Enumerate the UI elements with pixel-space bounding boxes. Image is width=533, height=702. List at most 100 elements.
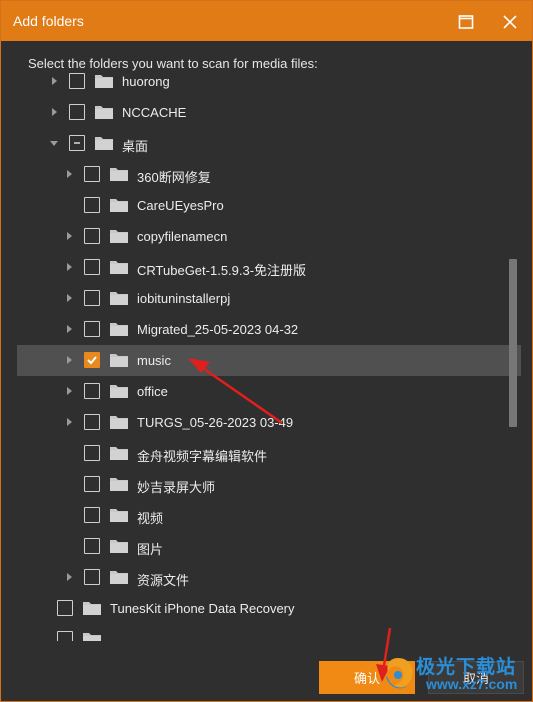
folder-checkbox[interactable] bbox=[84, 228, 100, 244]
folder-checkbox[interactable] bbox=[84, 321, 100, 337]
folder-checkbox[interactable] bbox=[57, 631, 73, 641]
folder-checkbox[interactable] bbox=[84, 352, 100, 368]
tree-row[interactable]: huorong bbox=[17, 71, 521, 97]
folder-icon bbox=[109, 289, 129, 307]
folder-checkbox[interactable] bbox=[69, 104, 85, 120]
chevron-icon[interactable] bbox=[63, 292, 75, 304]
folder-checkbox[interactable] bbox=[84, 445, 100, 461]
tree-row[interactable]: office bbox=[17, 376, 521, 407]
folder-checkbox[interactable] bbox=[84, 166, 100, 182]
tree-row[interactable]: music bbox=[17, 345, 521, 376]
chevron-icon[interactable] bbox=[48, 75, 60, 87]
close-button[interactable] bbox=[496, 9, 524, 35]
folder-checkbox[interactable] bbox=[84, 507, 100, 523]
folder-checkbox[interactable] bbox=[84, 476, 100, 492]
tree-row[interactable]: TURGS_05-26-2023 03-49 bbox=[17, 407, 521, 438]
folder-checkbox[interactable] bbox=[84, 383, 100, 399]
chevron-icon[interactable] bbox=[63, 571, 75, 583]
tree-row[interactable]: 金舟视频字幕编辑软件 bbox=[17, 438, 521, 469]
folder-name: TunesKit iPhone Data Recovery bbox=[110, 601, 295, 616]
add-folders-dialog: Add folders Select the folders you want … bbox=[0, 0, 533, 702]
folder-name: 360断网修复 bbox=[137, 170, 211, 185]
folder-checkbox[interactable] bbox=[84, 259, 100, 275]
chevron-icon[interactable] bbox=[48, 137, 60, 149]
maximize-button[interactable] bbox=[452, 9, 480, 35]
folder-icon bbox=[94, 103, 114, 121]
chevron-icon[interactable] bbox=[63, 230, 75, 242]
chevron-icon[interactable] bbox=[63, 261, 75, 273]
folder-name: 妙吉录屏大师 bbox=[137, 480, 216, 495]
folder-icon bbox=[109, 413, 129, 431]
chevron-icon[interactable] bbox=[63, 354, 75, 366]
folder-name: 资源文件 bbox=[137, 573, 190, 588]
folder-name: Migrated_25-05-2023 04-32 bbox=[137, 322, 299, 337]
folder-name: 桌面 bbox=[122, 139, 149, 154]
minus-icon bbox=[74, 142, 80, 144]
folder-icon bbox=[109, 475, 129, 493]
chevron-icon[interactable] bbox=[63, 323, 75, 335]
tree-row[interactable]: TunesKit iPhone Data Recovery bbox=[17, 593, 509, 624]
folder-name: huorong bbox=[122, 74, 170, 89]
folder-checkbox[interactable] bbox=[84, 569, 100, 585]
folder-tree[interactable]: huorong NCCACHE 桌面 360断网修复 CareUEyesPro copyf… bbox=[17, 71, 521, 641]
folder-icon bbox=[109, 568, 129, 586]
folder-icon bbox=[82, 630, 102, 641]
tree-row[interactable]: CareUEyesPro bbox=[17, 190, 521, 221]
tree-row[interactable]: 资源文件 bbox=[17, 562, 521, 593]
folder-checkbox[interactable] bbox=[84, 414, 100, 430]
folder-icon bbox=[94, 134, 114, 152]
tree-row[interactable]: copyfilenamecn bbox=[17, 221, 521, 252]
folder-icon bbox=[109, 258, 129, 276]
confirm-button[interactable]: 确认 bbox=[319, 661, 415, 694]
folder-icon bbox=[82, 599, 102, 617]
tree-row[interactable]: 图片 bbox=[17, 531, 521, 562]
tree-row[interactable]: 桌面 bbox=[17, 128, 521, 159]
folder-name: CRTubeGet-1.5.9.3-免注册版 bbox=[137, 263, 307, 278]
cancel-button[interactable]: 取消 bbox=[428, 661, 524, 694]
chevron-icon[interactable] bbox=[63, 385, 75, 397]
folder-icon bbox=[109, 351, 129, 369]
folder-checkbox[interactable] bbox=[84, 197, 100, 213]
instruction-text: Select the folders you want to scan for … bbox=[28, 56, 318, 71]
folder-name: office bbox=[137, 384, 168, 399]
folder-icon bbox=[109, 320, 129, 338]
close-icon bbox=[503, 15, 517, 29]
folder-icon bbox=[109, 537, 129, 555]
tree-row[interactable] bbox=[17, 624, 509, 641]
folder-icon bbox=[109, 444, 129, 462]
folder-name: iobituninstallerpj bbox=[137, 291, 231, 306]
title-bar[interactable]: Add folders bbox=[1, 1, 532, 41]
maximize-icon bbox=[458, 15, 474, 29]
folder-name: TURGS_05-26-2023 03-49 bbox=[137, 415, 294, 430]
folder-name: 图片 bbox=[137, 542, 164, 557]
folder-checkbox[interactable] bbox=[84, 538, 100, 554]
tree-row[interactable]: 视频 bbox=[17, 500, 521, 531]
window-title: Add folders bbox=[13, 13, 84, 29]
folder-name: 视频 bbox=[137, 511, 164, 526]
folder-checkbox[interactable] bbox=[69, 73, 85, 89]
folder-icon bbox=[109, 165, 129, 183]
folder-name: 金舟视频字幕编辑软件 bbox=[137, 449, 268, 464]
folder-icon bbox=[94, 72, 114, 90]
folder-name: music bbox=[137, 353, 171, 368]
tree-row[interactable]: 妙吉录屏大师 bbox=[17, 469, 521, 500]
tree-row[interactable]: CRTubeGet-1.5.9.3-免注册版 bbox=[17, 252, 521, 283]
folder-name: CareUEyesPro bbox=[137, 198, 224, 213]
chevron-icon[interactable] bbox=[63, 416, 75, 428]
folder-checkbox[interactable] bbox=[84, 290, 100, 306]
folder-checkbox[interactable] bbox=[69, 135, 85, 151]
check-icon bbox=[87, 356, 97, 365]
folder-name: copyfilenamecn bbox=[137, 229, 228, 244]
folder-checkbox[interactable] bbox=[57, 600, 73, 616]
chevron-icon[interactable] bbox=[63, 168, 75, 180]
tree-scrollbar[interactable] bbox=[509, 259, 517, 427]
folder-icon bbox=[109, 506, 129, 524]
folder-icon bbox=[109, 196, 129, 214]
folder-icon bbox=[109, 227, 129, 245]
tree-row[interactable]: iobituninstallerpj bbox=[17, 283, 521, 314]
chevron-icon[interactable] bbox=[48, 106, 60, 118]
tree-row[interactable]: Migrated_25-05-2023 04-32 bbox=[17, 314, 521, 345]
tree-row[interactable]: 360断网修复 bbox=[17, 159, 521, 190]
tree-row[interactable]: NCCACHE bbox=[17, 97, 521, 128]
folder-name: NCCACHE bbox=[122, 105, 187, 120]
